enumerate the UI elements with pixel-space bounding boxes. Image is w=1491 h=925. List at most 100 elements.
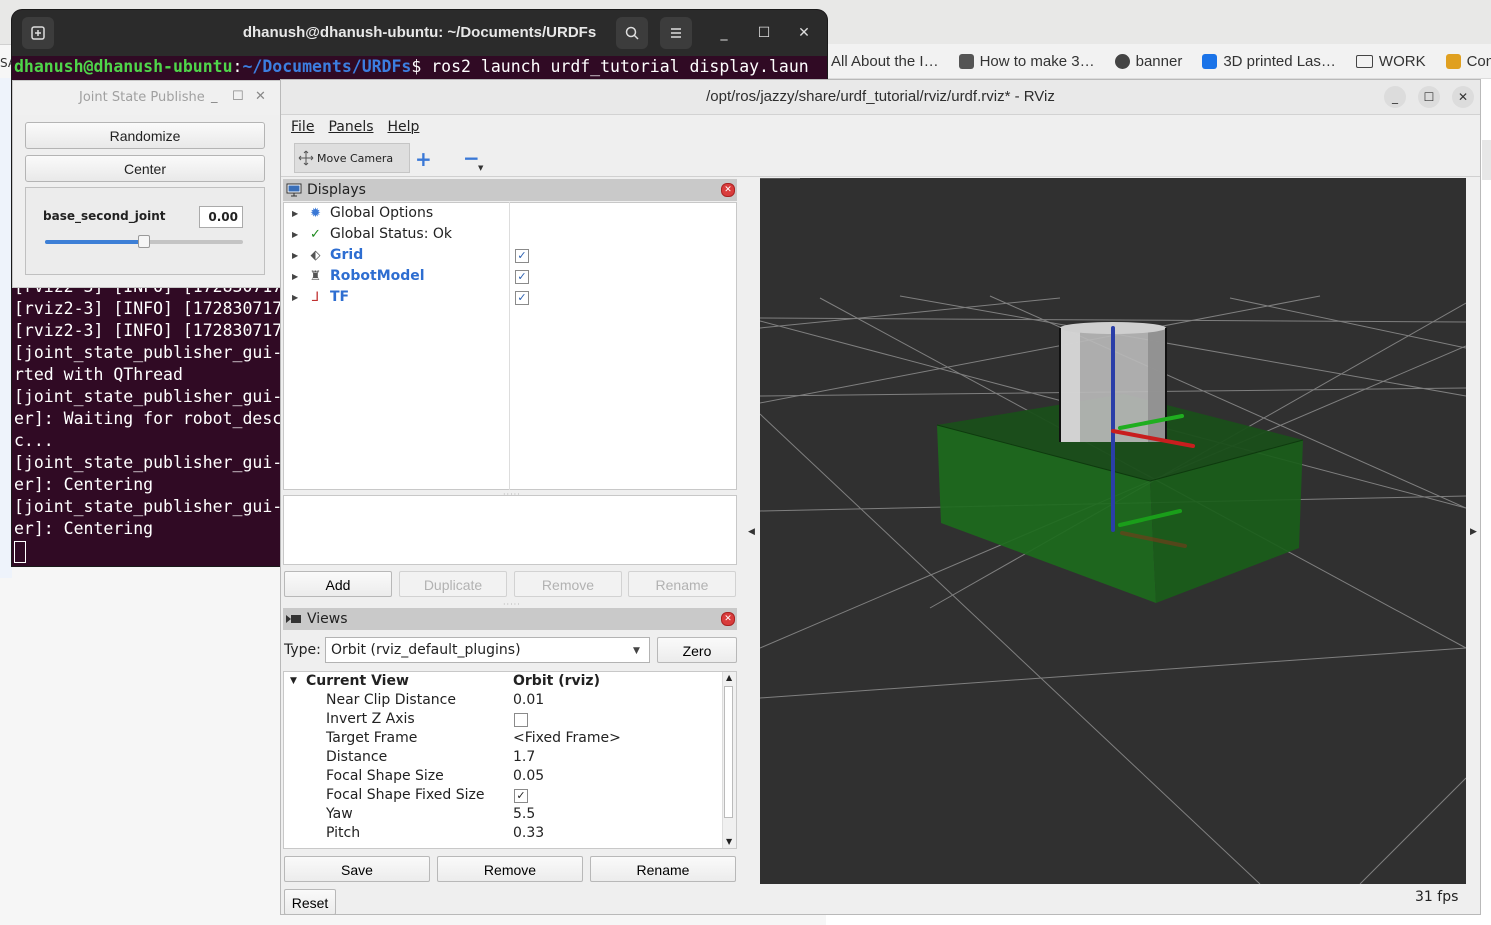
terminal-close-button[interactable]: ✕ bbox=[792, 21, 816, 45]
expand-arrow-icon[interactable]: ▶ bbox=[292, 203, 298, 224]
collapse-left-icon[interactable]: ◀ bbox=[748, 527, 755, 537]
center-button[interactable]: Center bbox=[25, 155, 265, 182]
axes-icon: ⅃ bbox=[311, 290, 320, 305]
bookmark-label: WORK bbox=[1378, 52, 1426, 70]
view-property-value[interactable]: 0.33 bbox=[513, 824, 544, 843]
display-item-label: Global Options bbox=[330, 205, 434, 221]
view-property-row[interactable]: Yaw 5.5 bbox=[284, 805, 724, 824]
scroll-down-icon[interactable]: ▼ bbox=[726, 837, 732, 846]
tool-dropdown-icon[interactable]: ▼ bbox=[478, 164, 483, 172]
bookmark-item[interactable]: 3D printed Las… bbox=[1202, 53, 1336, 70]
reset-button[interactable]: Reset bbox=[284, 889, 336, 915]
rviz-window[interactable]: /opt/ros/jazzy/share/urdf_tutorial/rviz/… bbox=[280, 79, 1481, 915]
collapse-arrow-icon[interactable]: ▼ bbox=[290, 672, 297, 691]
enable-checkbox[interactable]: ✓ bbox=[515, 270, 529, 284]
rename-view-button[interactable]: Rename bbox=[590, 856, 736, 882]
folder-icon bbox=[1355, 54, 1373, 68]
joint-state-publisher-window[interactable]: Joint State Publishe _ ☐ ✕ Randomize Cen… bbox=[12, 80, 282, 288]
view-property-row[interactable]: Focal Shape Size 0.05 bbox=[284, 767, 724, 786]
site-icon bbox=[958, 53, 974, 69]
randomize-button[interactable]: Randomize bbox=[25, 122, 265, 149]
save-view-button[interactable]: Save bbox=[284, 856, 430, 882]
view-property-row[interactable]: Focal Shape Fixed Size ✓ bbox=[284, 786, 724, 805]
terminal-title: dhanush@dhanush-ubuntu: ~/Documents/URDF… bbox=[242, 24, 597, 41]
joint-value-field[interactable]: 0.00 bbox=[199, 206, 243, 228]
view-property-value[interactable]: 5.5 bbox=[513, 805, 535, 824]
view-property-value[interactable]: 1.7 bbox=[513, 748, 535, 767]
add-tool-icon[interactable]: + bbox=[415, 147, 432, 171]
menu-file[interactable]: File bbox=[291, 119, 314, 135]
view-property-value[interactable]: 0.01 bbox=[513, 691, 544, 710]
hamburger-icon bbox=[671, 28, 681, 38]
gear-icon: ✹ bbox=[310, 206, 321, 221]
rviz-maximize-button[interactable]: ☐ bbox=[1418, 86, 1440, 108]
fps-label: 31 fps bbox=[1415, 889, 1459, 905]
scene-render bbox=[760, 178, 1466, 884]
view-property-row[interactable]: Pitch 0.33 bbox=[284, 824, 724, 843]
menu-panels[interactable]: Panels bbox=[328, 119, 373, 135]
bookmark-label: Con bbox=[1466, 52, 1491, 70]
view-property-value[interactable]: <Fixed Frame> bbox=[513, 729, 621, 748]
bookmark-item[interactable]: WORK bbox=[1355, 52, 1426, 70]
joint-group-box bbox=[25, 187, 265, 275]
view-property-row[interactable]: Distance 1.7 bbox=[284, 748, 724, 767]
views-type-select[interactable]: Orbit (rviz_default_plugins) bbox=[325, 637, 650, 663]
move-camera-tool[interactable]: Move Camera bbox=[294, 143, 410, 173]
jsp-maximize-button[interactable]: ☐ bbox=[232, 89, 244, 104]
zero-button[interactable]: Zero bbox=[657, 637, 737, 663]
joint-slider-handle[interactable] bbox=[138, 235, 150, 248]
bookmark-item[interactable]: How to make 3… bbox=[958, 53, 1095, 70]
remove-display-button[interactable]: Remove bbox=[514, 571, 622, 597]
prompt-path: ~/Documents/URDFs bbox=[242, 57, 412, 76]
scroll-up-icon[interactable]: ▲ bbox=[726, 673, 732, 682]
view-property-value[interactable]: 0.05 bbox=[513, 767, 544, 786]
jsp-close-button[interactable]: ✕ bbox=[255, 89, 266, 104]
displays-close-icon[interactable]: ✕ bbox=[721, 183, 735, 197]
views-property-tree[interactable]: ▼ Current View Orbit (rviz) Near Clip Dista… bbox=[283, 671, 737, 849]
terminal-menu-button[interactable] bbox=[660, 17, 692, 49]
view-property-row[interactable]: Invert Z Axis bbox=[284, 710, 724, 729]
enable-checkbox[interactable]: ✓ bbox=[515, 249, 529, 263]
views-title: Views bbox=[307, 611, 348, 627]
menu-help[interactable]: Help bbox=[388, 119, 420, 135]
view-property-row[interactable]: Near Clip Distance 0.01 bbox=[284, 691, 724, 710]
expand-arrow-icon[interactable]: ▶ bbox=[292, 224, 298, 245]
jsp-title: Joint State Publishe bbox=[79, 90, 205, 105]
terminal-maximize-button[interactable]: ☐ bbox=[752, 21, 776, 45]
bookmark-item[interactable]: banner bbox=[1114, 52, 1183, 70]
rviz-close-button[interactable]: ✕ bbox=[1452, 86, 1474, 108]
terminal-search-button[interactable] bbox=[616, 17, 648, 49]
display-item-label: Global Status: Ok bbox=[330, 226, 453, 242]
expand-arrow-icon[interactable]: ▶ bbox=[292, 266, 298, 287]
bookmark-item[interactable]: All About the I… bbox=[831, 53, 939, 70]
terminal-cursor bbox=[14, 540, 26, 563]
duplicate-display-button[interactable]: Duplicate bbox=[399, 571, 507, 597]
view-property-checkbox[interactable] bbox=[514, 713, 528, 727]
jsp-minimize-button[interactable]: _ bbox=[211, 89, 218, 104]
displays-column-divider[interactable] bbox=[509, 202, 510, 490]
collapse-right-icon[interactable]: ▶ bbox=[1470, 527, 1477, 537]
view-property-checkbox[interactable]: ✓ bbox=[514, 789, 528, 803]
enable-checkbox[interactable]: ✓ bbox=[515, 291, 529, 305]
expand-arrow-icon[interactable]: ▶ bbox=[292, 245, 298, 266]
bookmark-item[interactable]: Con bbox=[1445, 52, 1491, 70]
remove-view-button[interactable]: Remove bbox=[437, 856, 583, 882]
views-scrollbar-thumb[interactable] bbox=[724, 686, 733, 818]
current-view-label: Current View bbox=[306, 673, 409, 689]
grid-icon: ⬖ bbox=[310, 248, 321, 263]
current-view-row[interactable]: ▼ Current View Orbit (rviz) bbox=[284, 672, 724, 691]
bookmark-label: banner bbox=[1135, 52, 1183, 70]
terminal-minimize-button[interactable]: _ bbox=[712, 21, 736, 45]
browser-left-strip bbox=[0, 78, 12, 578]
views-close-icon[interactable]: ✕ bbox=[721, 612, 735, 626]
3d-viewport[interactable] bbox=[760, 178, 1466, 884]
add-display-button[interactable]: Add bbox=[284, 571, 392, 597]
view-property-name: Focal Shape Size bbox=[326, 768, 444, 784]
views-type-label: Type: bbox=[284, 642, 321, 658]
rviz-minimize-button[interactable]: _ bbox=[1384, 86, 1406, 108]
rename-display-button[interactable]: Rename bbox=[628, 571, 736, 597]
rviz-menubar: File Panels Help bbox=[281, 114, 1480, 140]
view-property-row[interactable]: Target Frame <Fixed Frame> bbox=[284, 729, 724, 748]
expand-arrow-icon[interactable]: ▶ bbox=[292, 287, 298, 308]
displays-tree[interactable]: ▶ ✹ Global Options ▶ ✓ Global Status: Ok ▶ ⬖ Gri… bbox=[283, 202, 737, 490]
